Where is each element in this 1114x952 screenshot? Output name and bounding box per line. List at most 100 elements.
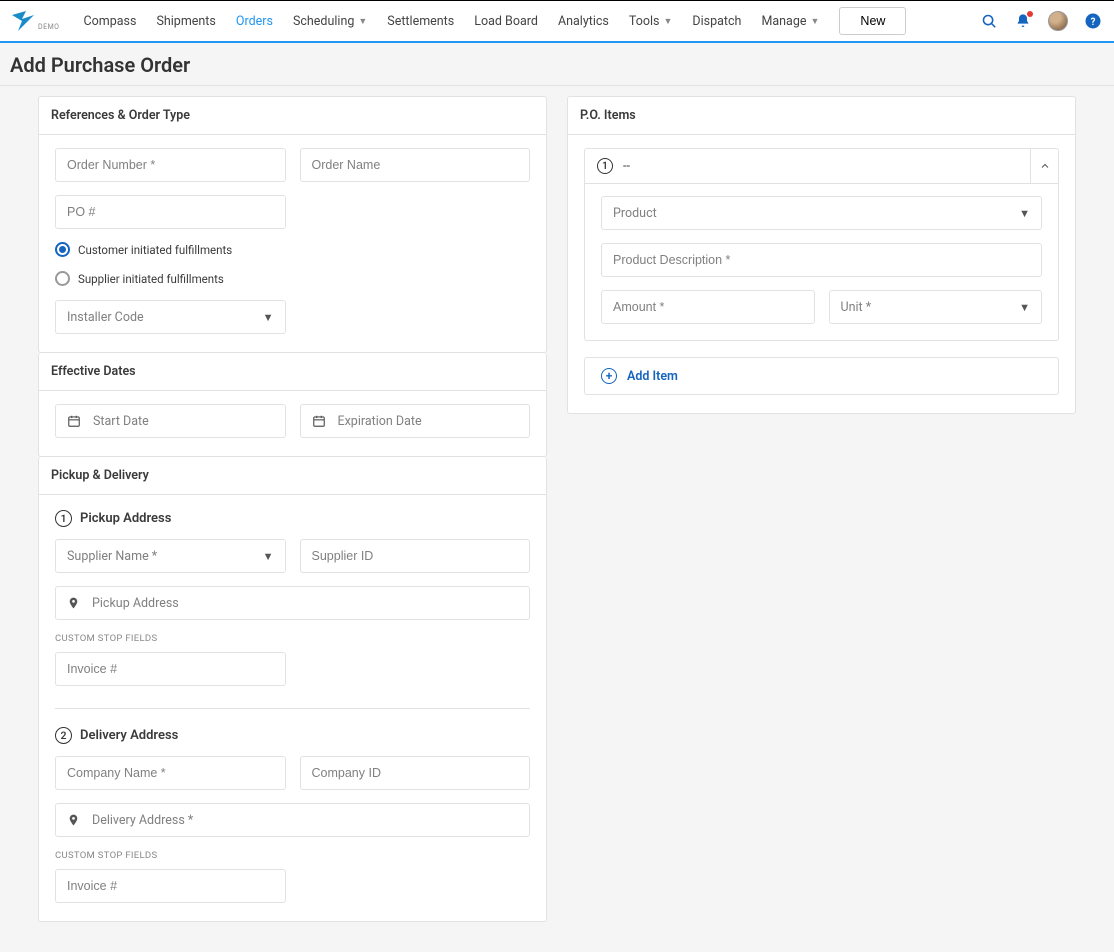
po-items-panel: P.O. Items 1 -- (567, 96, 1076, 414)
radio-customer-label: Customer initiated fulfillments (78, 243, 232, 257)
radio-icon (55, 242, 70, 257)
amount-input[interactable] (601, 290, 815, 324)
radio-customer-fulfillments[interactable]: Customer initiated fulfillments (55, 242, 530, 257)
nav-compass[interactable]: Compass (74, 0, 147, 43)
pickup-address-heading: 1 Pickup Address (55, 510, 530, 527)
page-title: Add Purchase Order (0, 43, 1114, 86)
pickup-delivery-panel: Pickup & Delivery 1 Pickup Address Suppl… (38, 457, 547, 922)
unit-placeholder: Unit * (841, 300, 872, 315)
chevron-down-icon: ▼ (811, 16, 820, 27)
location-pin-icon (67, 595, 80, 611)
chevron-down-icon: ▼ (263, 311, 274, 324)
logo-text: DEMO (38, 23, 60, 31)
topbar: DEMO Compass Shipments Orders Scheduling… (0, 0, 1114, 43)
nav-orders-label: Orders (236, 14, 273, 29)
po-number-input[interactable] (55, 195, 286, 229)
topbar-actions: ? (980, 11, 1102, 31)
notifications-icon[interactable] (1014, 12, 1032, 30)
supplier-name-select[interactable]: Supplier Name * ▼ (55, 539, 286, 573)
custom-stop-fields-label-2: Custom Stop Fields (55, 850, 530, 861)
supplier-id-input[interactable] (300, 539, 531, 573)
product-description-input[interactable] (601, 243, 1042, 277)
item-1-icon: 1 (597, 158, 613, 174)
custom-stop-fields-label-1: Custom Stop Fields (55, 633, 530, 644)
nav-shipments-label: Shipments (156, 14, 215, 29)
radio-supplier-fulfillments[interactable]: Supplier initiated fulfillments (55, 271, 530, 286)
supplier-name-placeholder: Supplier Name * (67, 549, 157, 564)
start-date-input[interactable]: Start Date (55, 404, 286, 438)
product-select[interactable]: Product ▼ (601, 196, 1042, 230)
delivery-invoice-input[interactable] (55, 869, 286, 903)
notification-dot (1027, 11, 1033, 17)
company-id-input[interactable] (300, 756, 531, 790)
order-name-input[interactable] (300, 148, 531, 182)
add-item-label: Add Item (627, 369, 678, 384)
nav-shipments[interactable]: Shipments (146, 0, 225, 43)
main-nav: Compass Shipments Orders Scheduling▼ Set… (74, 0, 981, 43)
product-placeholder: Product (613, 206, 657, 221)
new-button-label: New (860, 14, 885, 28)
chevron-down-icon: ▼ (1019, 301, 1030, 314)
right-column: P.O. Items 1 -- (567, 96, 1076, 414)
effective-dates-header: Effective Dates (39, 353, 546, 391)
expiration-date-placeholder: Expiration Date (338, 414, 422, 429)
company-name-input[interactable] (55, 756, 286, 790)
nav-dispatch[interactable]: Dispatch (682, 0, 751, 43)
nav-manage[interactable]: Manage ▼ (751, 0, 829, 43)
unit-select[interactable]: Unit * ▼ (829, 290, 1043, 324)
installer-code-select[interactable]: Installer Code ▼ (55, 300, 286, 334)
radio-icon (55, 271, 70, 286)
pickup-delivery-header: Pickup & Delivery (39, 457, 546, 495)
nav-analytics[interactable]: Analytics (548, 0, 619, 43)
step-1-icon: 1 (55, 510, 72, 527)
avatar[interactable] (1048, 11, 1068, 31)
calendar-icon (67, 414, 81, 428)
po-item-header: 1 -- (585, 149, 1058, 183)
collapse-button[interactable] (1030, 149, 1058, 183)
chevron-down-icon: ▼ (663, 16, 672, 27)
nav-tools[interactable]: Tools▼ (619, 0, 683, 43)
pickup-address-input[interactable]: Pickup Address (55, 586, 530, 620)
nav-compass-label: Compass (84, 14, 137, 29)
chevron-down-icon: ▼ (263, 550, 274, 563)
step-2-icon: 2 (55, 727, 72, 744)
references-panel: References & Order Type Customer initiat… (38, 96, 547, 353)
new-button[interactable]: New (839, 7, 906, 35)
chevron-down-icon: ▼ (1019, 207, 1030, 220)
logo[interactable]: DEMO (8, 9, 60, 33)
nav-manage-label: Manage (761, 14, 806, 29)
start-date-placeholder: Start Date (93, 414, 149, 429)
chevron-up-icon (1039, 160, 1051, 172)
delivery-address-input[interactable]: Delivery Address * (55, 803, 530, 837)
po-item-title: -- (623, 159, 630, 174)
logo-icon (8, 9, 36, 33)
pickup-invoice-input[interactable] (55, 652, 286, 686)
divider (55, 708, 530, 709)
nav-analytics-label: Analytics (558, 14, 609, 29)
calendar-icon (312, 414, 326, 428)
form-layout: References & Order Type Customer initiat… (0, 86, 1114, 952)
delivery-address-label: Delivery Address (80, 728, 178, 743)
nav-dispatch-label: Dispatch (692, 14, 741, 29)
effective-dates-panel: Effective Dates Start Date (38, 353, 547, 457)
location-pin-icon (67, 812, 80, 828)
search-icon[interactable] (980, 12, 998, 30)
references-header: References & Order Type (39, 97, 546, 135)
expiration-date-input[interactable]: Expiration Date (300, 404, 531, 438)
nav-scheduling[interactable]: Scheduling▼ (283, 0, 377, 43)
help-icon[interactable]: ? (1084, 12, 1102, 30)
installer-code-placeholder: Installer Code (67, 310, 144, 325)
radio-supplier-label: Supplier initiated fulfillments (78, 272, 224, 286)
nav-tools-label: Tools (629, 14, 660, 29)
order-number-input[interactable] (55, 148, 286, 182)
nav-loadboard-label: Load Board (474, 14, 538, 29)
plus-circle-icon: + (601, 368, 617, 384)
nav-loadboard[interactable]: Load Board (464, 0, 548, 43)
svg-text:?: ? (1091, 17, 1096, 28)
nav-settlements[interactable]: Settlements (377, 0, 464, 43)
add-item-button[interactable]: + Add Item (584, 357, 1059, 395)
po-item-card: 1 -- Product ▼ (584, 148, 1059, 341)
nav-orders[interactable]: Orders (226, 0, 283, 43)
left-column: References & Order Type Customer initiat… (38, 96, 547, 922)
delivery-address-heading: 2 Delivery Address (55, 727, 530, 744)
